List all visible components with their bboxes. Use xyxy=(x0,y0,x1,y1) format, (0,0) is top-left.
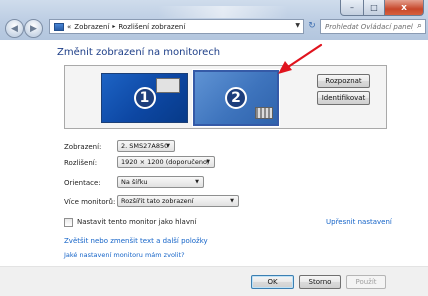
orientation-select[interactable]: Na šířku ▼ xyxy=(117,176,204,188)
resolution-value: 1920 × 1200 (doporučeno) xyxy=(121,158,210,166)
main-display-label[interactable]: Nastavit tento monitor jako hlavní xyxy=(77,218,196,226)
resolution-label: Rozlišení: xyxy=(64,159,98,167)
multiple-displays-select[interactable]: Rozšířit tato zobrazení ▼ xyxy=(117,195,239,207)
text-size-link[interactable]: Zvětšit nebo zmenšit text a další položk… xyxy=(64,237,208,245)
main-display-checkbox[interactable] xyxy=(64,218,73,227)
which-settings-link[interactable]: Jaké nastavení monitoru mám zvolit? xyxy=(64,251,185,259)
display-label: Zobrazení: xyxy=(64,143,102,151)
cancel-button[interactable]: Storno xyxy=(299,275,341,289)
chevron-down-icon: ▼ xyxy=(230,198,234,204)
multiple-displays-value: Rozšířit tato zobrazení xyxy=(121,197,194,205)
apply-button[interactable]: Použít xyxy=(346,275,386,289)
chevron-down-icon: ▼ xyxy=(206,159,210,165)
display-value: 2. SMS27A850 xyxy=(121,142,169,150)
orientation-label: Orientace: xyxy=(64,179,101,187)
chevron-down-icon: ▼ xyxy=(195,179,199,185)
ok-button[interactable]: OK xyxy=(251,275,294,289)
orientation-value: Na šířku xyxy=(121,178,148,186)
detect-button[interactable]: Rozpoznat xyxy=(317,74,370,88)
multiple-displays-label: Více monitorů: xyxy=(64,198,116,206)
chevron-down-icon: ▼ xyxy=(166,143,170,149)
display-select[interactable]: 2. SMS27A850 ▼ xyxy=(117,140,175,152)
resolution-select[interactable]: 1920 × 1200 (doporučeno) ▼ xyxy=(117,156,215,168)
advanced-settings-link[interactable]: Upřesnit nastavení xyxy=(326,218,392,226)
identify-button[interactable]: Identifikovat xyxy=(317,91,370,105)
